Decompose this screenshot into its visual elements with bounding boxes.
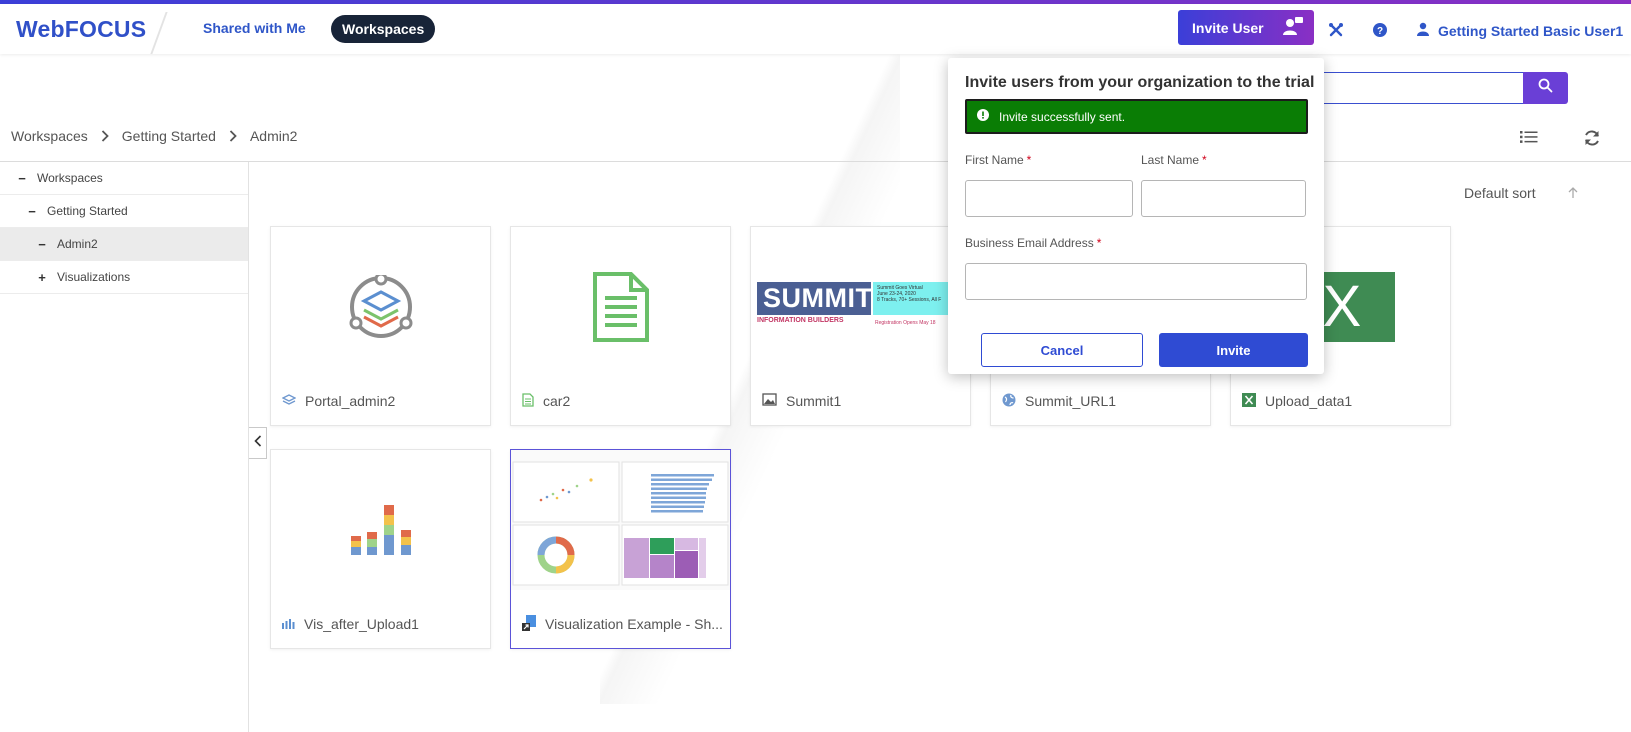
document-icon (522, 392, 534, 410)
help-icon[interactable]: ? (1373, 23, 1387, 42)
invite-user-label: Invite User (1192, 19, 1264, 36)
tile-portal-admin2[interactable]: Portal_admin2 (270, 226, 491, 426)
tree-item-label: Getting Started (47, 204, 128, 218)
breadcrumb-item-getting-started[interactable]: Getting Started (122, 128, 216, 144)
tile-name: car2 (543, 393, 571, 409)
svg-text:?: ? (1377, 26, 1383, 37)
dashboard-thumbnail (511, 450, 730, 610)
document-thumbnail (511, 227, 730, 387)
sidebar-tree: − Workspaces − Getting Started − Admin2 … (0, 162, 249, 732)
tile-name: Summit1 (786, 393, 842, 409)
tile-name: Vis_after_Upload1 (304, 616, 419, 632)
last-name-field[interactable] (1141, 180, 1306, 217)
first-name-field[interactable] (965, 180, 1133, 217)
chevron-right-icon (101, 130, 109, 142)
tile-name: Summit_URL1 (1025, 393, 1117, 409)
chevron-left-icon (253, 434, 262, 452)
tree-item-admin2[interactable]: − Admin2 (0, 228, 248, 261)
chevron-right-icon (229, 130, 237, 142)
sort-direction-icon[interactable] (1568, 186, 1578, 204)
tools-icon[interactable] (1328, 22, 1344, 43)
summit-image-thumbnail: SUMMIT INFORMATION BUILDERS Summit Goes … (751, 227, 970, 387)
cancel-button[interactable]: Cancel (981, 333, 1143, 367)
add-user-icon (1282, 16, 1304, 41)
collapse-toggle[interactable]: − (27, 204, 37, 219)
webfocus-logo[interactable]: WebFOCUS (16, 16, 146, 43)
tree-item-label: Workspaces (37, 171, 103, 185)
invite-users-dialog: Invite users from your organization to t… (948, 58, 1324, 374)
tree-item-label: Admin2 (57, 237, 98, 251)
alert-message: Invite successfully sent. (999, 109, 1126, 124)
nav-workspaces[interactable]: Workspaces (331, 15, 436, 43)
last-name-label: Last Name * (1141, 153, 1207, 167)
tile-visualization-example[interactable]: Visualization Example - Sh... (510, 449, 731, 649)
breadcrumb-item-admin2[interactable]: Admin2 (250, 128, 297, 144)
bar-chart-thumbnail (271, 450, 490, 610)
collapse-sidebar-button[interactable] (249, 427, 267, 459)
collapse-toggle[interactable]: − (37, 237, 47, 252)
list-view-icon[interactable] (1520, 130, 1538, 149)
top-bar: WebFOCUS Shared with Me Workspaces Invit… (0, 4, 1631, 54)
globe-icon (1002, 393, 1016, 410)
search-icon (1538, 78, 1553, 98)
expand-toggle[interactable]: + (37, 270, 47, 285)
search-button[interactable] (1523, 72, 1568, 104)
image-icon (762, 393, 777, 409)
collapse-toggle[interactable]: − (17, 171, 27, 186)
user-name: Getting Started Basic User1 (1438, 22, 1624, 39)
bar-chart-icon (282, 616, 295, 632)
email-label: Business Email Address * (965, 236, 1102, 250)
tree-item-visualizations[interactable]: + Visualizations (0, 261, 248, 294)
tree-item-label: Visualizations (57, 270, 131, 284)
user-menu[interactable]: Getting Started Basic User1 (1416, 22, 1623, 39)
breadcrumb-item-workspaces[interactable]: Workspaces (11, 128, 88, 144)
invite-user-button[interactable]: Invite User (1178, 10, 1314, 45)
user-icon (1416, 22, 1430, 39)
summit-banner-logo: SUMMIT (757, 282, 872, 315)
tile-name: Upload_data1 (1265, 393, 1353, 409)
shortcut-icon (522, 614, 536, 634)
tree-item-getting-started[interactable]: − Getting Started (0, 195, 248, 228)
tile-name: Portal_admin2 (305, 393, 396, 409)
info-icon (977, 109, 989, 124)
tile-car2[interactable]: car2 (510, 226, 731, 426)
invite-button[interactable]: Invite (1159, 333, 1308, 367)
summit-banner-sub: INFORMATION BUILDERS (757, 317, 844, 324)
tile-name: Visualization Example - Sh... (545, 616, 722, 632)
tile-vis-after-upload1[interactable]: Vis_after_Upload1 (270, 449, 491, 649)
email-field[interactable] (965, 263, 1307, 300)
first-name-label: First Name * (965, 153, 1032, 167)
tile-summit1[interactable]: SUMMIT INFORMATION BUILDERS Summit Goes … (750, 226, 971, 426)
portal-thumbnail (271, 227, 490, 387)
sort-dropdown[interactable]: Default sort (1464, 185, 1536, 201)
summit-banner-registration: Registration Opens May 18 (875, 320, 936, 326)
dialog-title: Invite users from your organization to t… (965, 74, 1315, 91)
portal-icon (282, 393, 297, 410)
logo-divider (150, 12, 168, 54)
refresh-icon[interactable] (1583, 129, 1601, 152)
nav-shared-with-me[interactable]: Shared with Me (203, 20, 306, 36)
success-alert: Invite successfully sent. (965, 99, 1308, 134)
breadcrumb: Workspaces Getting Started Admin2 (11, 128, 297, 144)
excel-icon (1242, 392, 1256, 410)
search-input[interactable] (1300, 72, 1524, 104)
tree-item-workspaces[interactable]: − Workspaces (0, 162, 248, 195)
